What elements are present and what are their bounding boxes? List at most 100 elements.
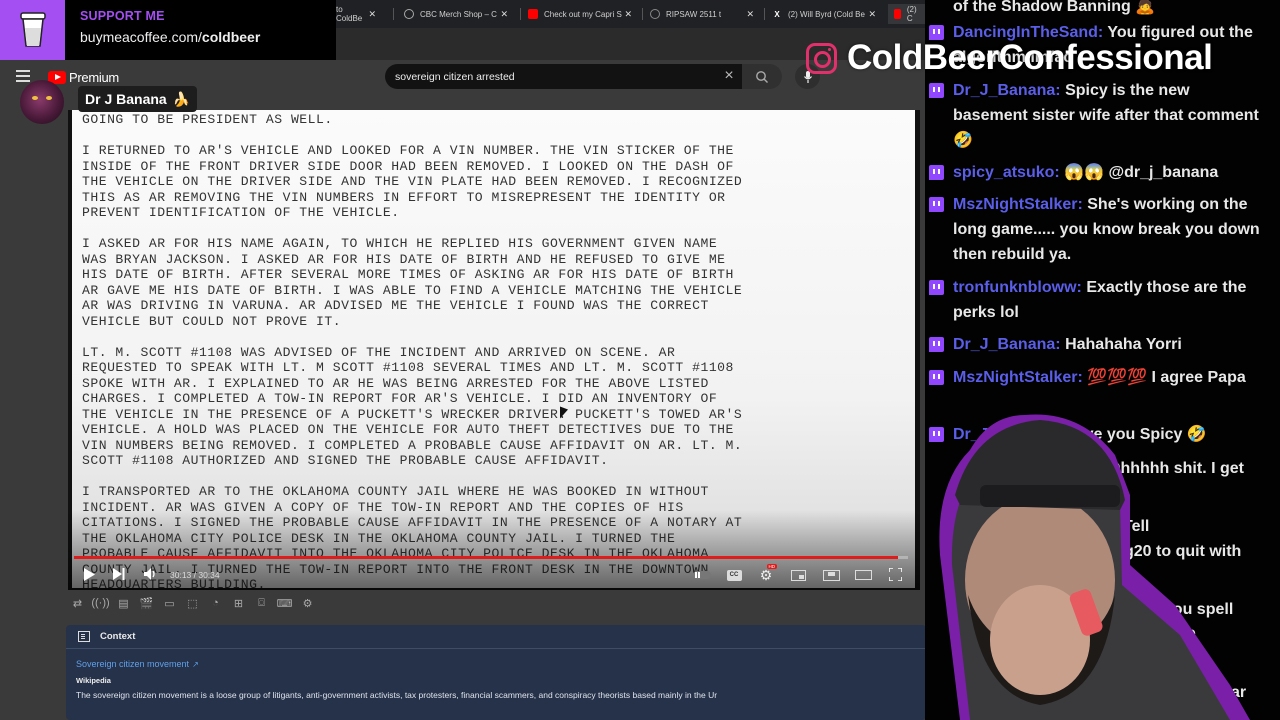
document-line: THIS AS AR REMOVING THE VIN NUMBERS IN E… xyxy=(82,189,726,205)
shop-icon xyxy=(404,9,414,19)
progress-bar[interactable] xyxy=(74,556,908,559)
context-title: Context xyxy=(100,631,136,642)
close-icon[interactable]: ✕ xyxy=(746,9,754,20)
twitch-badge-icon xyxy=(929,197,944,212)
twitch-badge-icon xyxy=(929,337,944,352)
chat-text: Hahahaha Yorri xyxy=(1065,336,1182,353)
document-line: PREVENT IDENTIFICATION OF THE VEHICLE. xyxy=(82,205,400,220)
autoplay-toggle[interactable] xyxy=(692,570,712,580)
webcam-feed xyxy=(939,414,1250,720)
document-line: AR WAS DRIVING IN VARUNA. AR ADVISED ME … xyxy=(82,298,709,313)
chat-text: 😱😱 @dr_j_banana xyxy=(1064,164,1219,181)
chat-message: tronfunknbloww: Exactly those are the pe… xyxy=(929,275,1268,325)
chat-colon: : xyxy=(1076,279,1087,296)
settings-gear-icon: ⚙ xyxy=(759,566,773,583)
settings-gear-icon[interactable]: ⚙ xyxy=(300,597,315,610)
volume-icon xyxy=(144,568,155,580)
close-icon[interactable]: ✕ xyxy=(868,9,876,20)
context-body: The sovereign citizen movement is a loos… xyxy=(76,690,718,700)
banana-emoji: 🍌 xyxy=(172,90,191,107)
chat-text: of the Shadow Banning 🙇 xyxy=(953,0,1156,15)
document-line: LT. M. SCOTT #1108 WAS ADVISED OF THE IN… xyxy=(82,344,676,360)
cc-icon: CC xyxy=(726,569,742,581)
keyboard-icon[interactable]: ⌨ xyxy=(277,597,293,610)
captions-button[interactable]: CC xyxy=(726,569,742,581)
mouse-cursor xyxy=(560,406,568,422)
autoplay-toggle-icon xyxy=(693,571,711,579)
tab-divider xyxy=(520,8,521,20)
pip-button[interactable] xyxy=(822,569,840,581)
screenshot-icon[interactable]: ⌼ xyxy=(254,597,269,610)
youtube-logo[interactable]: Premium xyxy=(48,70,119,85)
miniplayer-button[interactable] xyxy=(790,569,806,581)
support-overlay: SUPPORT ME buymeacoffee.com/coldbeer xyxy=(0,0,336,60)
speed-icon[interactable]: ◔ xyxy=(208,597,223,610)
twitch-badge-icon xyxy=(929,370,944,385)
chat-username: tronfunknbloww xyxy=(953,279,1077,296)
chat-message: Dr_J_Banana: Spicy is the new basement s… xyxy=(929,78,1268,153)
play-button[interactable] xyxy=(82,567,96,581)
context-panel: Context Sovereign citizen movement ↗ Wiki… xyxy=(66,625,926,720)
tab-title: CBC Merch Shop – C xyxy=(420,9,497,19)
hd-badge: HD xyxy=(767,564,777,569)
document-line: THE VEHICLE ON THE DRIVER SIDE AND THE V… xyxy=(82,174,743,189)
chat-username: Dr_J_Banana xyxy=(953,82,1056,99)
document-line: I TRANSPORTED AR TO THE OKLAHOMA COUNTY … xyxy=(82,484,709,499)
instagram-icon xyxy=(806,42,837,74)
browser-tab[interactable]: RIPSAW 2511 t ✕ xyxy=(644,4,760,24)
search-box: × xyxy=(385,64,742,89)
chat-colon: : xyxy=(1077,196,1088,213)
context-link-text[interactable]: Sovereign citizen movement xyxy=(76,659,189,669)
document-line: I RETURNED TO AR'S VEHICLE AND LOOKED FO… xyxy=(82,143,734,158)
browser-tab-active[interactable]: (2) C xyxy=(888,4,925,24)
next-button[interactable] xyxy=(112,567,126,581)
next-icon xyxy=(113,568,125,580)
document-paragraph: I ASKED AR FOR HIS NAME AGAIN, TO WHICH … xyxy=(82,236,912,329)
volume-button[interactable] xyxy=(144,567,158,581)
browser-tab[interactable]: Check out my Capri S ✕ xyxy=(522,4,638,24)
close-icon[interactable]: ✕ xyxy=(624,9,632,20)
context-link[interactable]: Sovereign citizen movement ↗ xyxy=(76,659,199,669)
tab-title: (2) C xyxy=(906,5,917,23)
document-line: SCOTT #1108 AUTHORIZED AND SIGNED THE PR… xyxy=(82,453,609,468)
browser-tab[interactable]: to ColdBe ✕ xyxy=(330,4,382,24)
browser-tab[interactable]: CBC Merch Shop – C ✕ xyxy=(398,4,514,24)
hamburger-menu-icon[interactable] xyxy=(16,70,30,82)
document-paragraph: LT. M. SCOTT #1108 WAS ADVISED OF THE IN… xyxy=(82,345,912,469)
aspect-icon[interactable]: ▭ xyxy=(162,597,177,610)
chat-text: 💯💯💯 I agree Papa xyxy=(1087,369,1246,386)
broadcast-icon[interactable]: ((·)) xyxy=(91,597,109,610)
document-line: WAS BRYAN JACKSON. I ASKED AR FOR HIS DA… xyxy=(82,251,726,267)
loop-icon[interactable]: ⇄ xyxy=(70,597,85,610)
settings-button[interactable]: ⚙ HD xyxy=(758,564,777,583)
support-url-suffix: coldbeer xyxy=(201,29,261,45)
document-line: GOING TO BE PRESIDENT AS WELL. xyxy=(82,112,333,127)
search-button[interactable] xyxy=(742,64,782,89)
video-player[interactable]: GOING TO BE PRESIDENT AS WELL. I RETURNED… xyxy=(68,110,920,590)
playlist-view-icon[interactable]: ▤ xyxy=(116,597,131,610)
tab-divider xyxy=(642,8,643,20)
tab-title: (2) Will Byrd (Cold Be xyxy=(788,9,865,19)
document-paragraph: GOING TO BE PRESIDENT AS WELL. xyxy=(82,112,912,128)
tab-title: to ColdBe xyxy=(336,5,363,23)
youtube-icon xyxy=(528,9,538,19)
document-line: AR GAVE ME HIS DATE OF BIRTH. I WAS ABLE… xyxy=(82,282,743,298)
search-input[interactable] xyxy=(395,70,715,83)
dashed-frame-icon[interactable]: ⬚ xyxy=(185,597,200,610)
document-line: VEHICLE BUT COULD NOT PROVE IT. xyxy=(82,313,342,329)
loading-icon xyxy=(650,9,660,19)
add-frame-icon[interactable]: ⊞ xyxy=(231,597,246,610)
commenter-name: Dr J Banana xyxy=(85,91,167,107)
close-icon[interactable]: ✕ xyxy=(500,9,508,20)
close-icon[interactable]: ✕ xyxy=(368,9,376,20)
chat-colon: : xyxy=(1054,164,1065,181)
fullscreen-button[interactable] xyxy=(888,567,902,581)
theater-mode-button[interactable] xyxy=(854,569,872,581)
clear-search-icon[interactable]: × xyxy=(722,68,736,84)
chat-message: spicy_atsuko: 😱😱 @dr_j_banana xyxy=(929,160,1268,185)
clapper-icon[interactable]: 🎬 xyxy=(139,597,154,610)
browser-tab[interactable]: X (2) Will Byrd (Cold Be ✕ xyxy=(766,4,882,24)
twitch-badge-icon xyxy=(929,83,944,98)
search-icon xyxy=(756,70,768,83)
avatar xyxy=(20,80,64,124)
